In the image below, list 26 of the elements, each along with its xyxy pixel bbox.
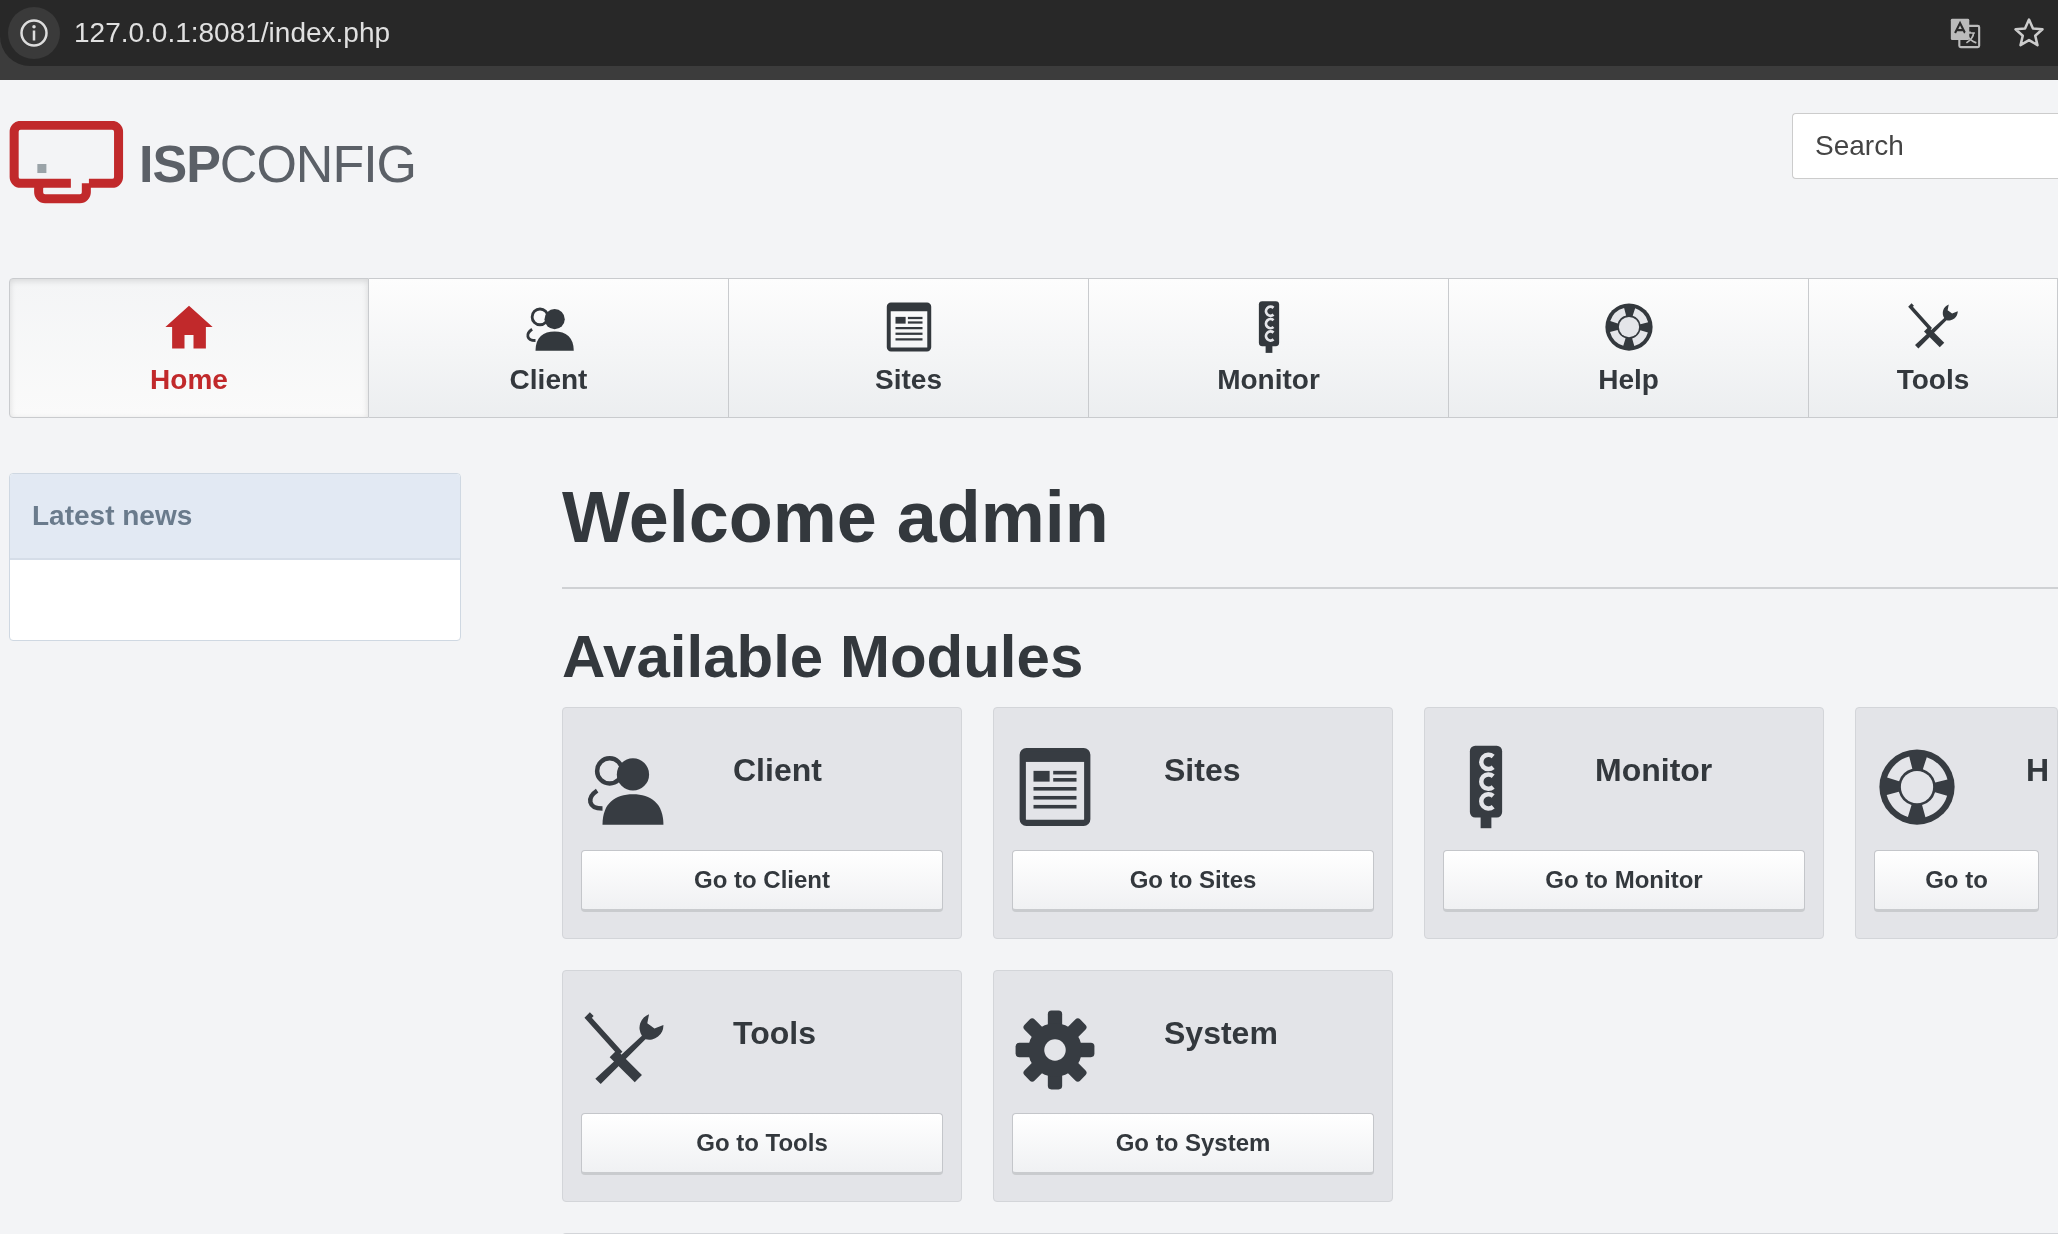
news-header: Latest news <box>10 474 460 560</box>
module-button[interactable]: Go to Monitor <box>1443 850 1805 912</box>
translate-icon[interactable] <box>1948 16 1982 50</box>
address-bar[interactable]: 127.0.0.1:8081/index.php <box>74 17 391 49</box>
module-title: Monitor <box>1595 752 1713 789</box>
section-title: Available Modules <box>562 622 1085 692</box>
nav-tab[interactable]: Help <box>1449 278 1809 418</box>
search-field[interactable]: Search <box>1792 113 2058 179</box>
page-title: Welcome admin <box>562 476 1110 559</box>
module-button[interactable]: Go to Client <box>581 850 943 912</box>
module-title: H <box>2026 752 2050 789</box>
module-button[interactable]: Go to Sites <box>1012 850 1374 912</box>
info-icon[interactable] <box>8 7 60 59</box>
nav-tab[interactable]: Client <box>369 278 729 418</box>
module-button[interactable]: Go to Tools <box>581 1113 943 1175</box>
nav-tab[interactable]: Monitor <box>1089 278 1449 418</box>
nav-tab[interactable]: Sites <box>729 278 1089 418</box>
module-title: System <box>1164 1015 1278 1052</box>
nav-tab[interactable]: Tools <box>1809 278 2058 418</box>
module-title: Client <box>733 752 822 789</box>
module-button[interactable]: Go to <box>1874 850 2039 912</box>
module-button[interactable]: Go to System <box>1012 1113 1374 1175</box>
logo-text: ISPCONFIG <box>139 134 417 194</box>
nav-tab[interactable]: Home <box>9 278 369 418</box>
module-title: Sites <box>1164 752 1241 789</box>
module-title: Tools <box>733 1015 816 1052</box>
